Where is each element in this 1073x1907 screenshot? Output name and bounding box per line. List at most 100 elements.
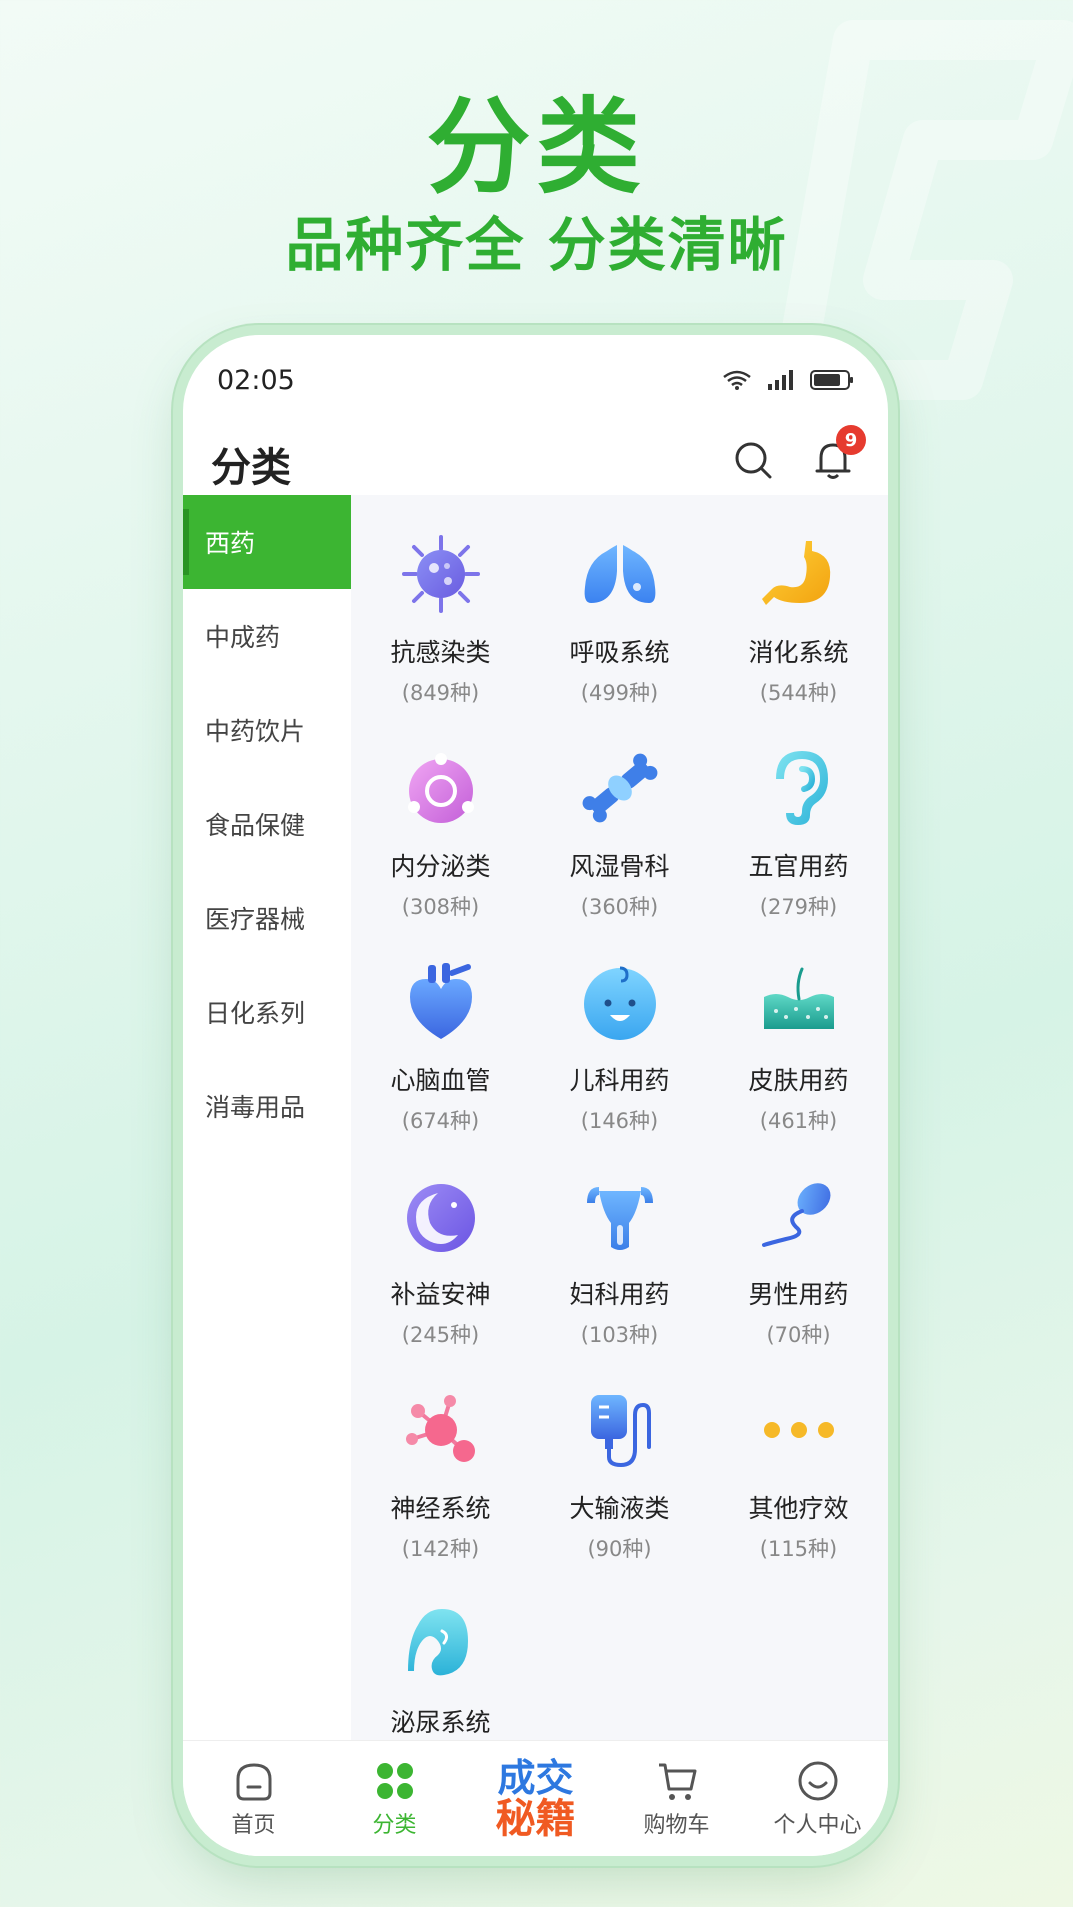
sidebar-item-label: 食品保健 bbox=[205, 811, 306, 840]
category-grid: 抗感染类 (849种) 呼吸系统 (499种) 消化系统 (544种) 内分泌类… bbox=[351, 495, 888, 1797]
category-anti-infection[interactable]: 抗感染类 (849种) bbox=[351, 513, 530, 727]
category-name: 心脑血管 bbox=[390, 1066, 491, 1095]
category-count: (70种) bbox=[766, 1323, 831, 1347]
category-count: (115种) bbox=[759, 1537, 838, 1561]
category-name: 神经系统 bbox=[390, 1494, 491, 1523]
category-count: (103种) bbox=[580, 1323, 659, 1347]
signal-icon bbox=[768, 370, 793, 390]
category-count: (461种) bbox=[759, 1109, 838, 1133]
category-name: 补益安神 bbox=[390, 1280, 491, 1309]
promo-line-2: 秘籍 bbox=[495, 1795, 576, 1842]
category-name: 风湿骨科 bbox=[569, 852, 670, 881]
sidebar-item-label: 消毒用品 bbox=[205, 1093, 306, 1122]
lungs-icon bbox=[584, 545, 655, 603]
baby-icon bbox=[583, 966, 656, 1040]
heart-icon bbox=[409, 963, 472, 1039]
tab-profile[interactable]: 个人中心 bbox=[753, 1759, 883, 1839]
category-name: 呼吸系统 bbox=[569, 638, 670, 667]
category-tonic-sedative[interactable]: 补益安神 (245种) bbox=[351, 1155, 530, 1369]
category-name: 妇科用药 bbox=[569, 1280, 670, 1309]
category-count: (849种) bbox=[401, 681, 480, 705]
status-bar: 02:05 bbox=[183, 335, 888, 415]
status-time: 02:05 bbox=[217, 365, 295, 396]
sidebar-item-chinese-patent-medicine[interactable]: 中成药 bbox=[183, 589, 351, 683]
neuron-icon bbox=[405, 1395, 475, 1462]
category-count: (142种) bbox=[401, 1537, 480, 1561]
notification-badge: 9 bbox=[836, 425, 866, 455]
phone-frame: 02:05 分类 9 西药 中成药 中药饮片 食品保健 医疗器械 日化系列 消毒… bbox=[183, 335, 888, 1856]
uterus-icon bbox=[586, 1187, 653, 1250]
category-male-medicine[interactable]: 男性用药 (70种) bbox=[709, 1155, 888, 1369]
virus-icon bbox=[401, 535, 480, 613]
iv-drip-icon bbox=[590, 1395, 651, 1468]
category-pediatrics[interactable]: 儿科用药 (146种) bbox=[530, 941, 709, 1155]
search-icon bbox=[735, 442, 772, 479]
hero-subtitle: 品种齐全 分类清晰 bbox=[285, 211, 788, 279]
sidebar-item-label: 中成药 bbox=[205, 623, 281, 652]
sidebar-item-label: 中药饮片 bbox=[205, 717, 306, 746]
tab-category[interactable]: 分类 bbox=[330, 1759, 460, 1839]
category-count: (360种) bbox=[580, 895, 659, 919]
battery-icon bbox=[810, 370, 853, 390]
category-count: (499种) bbox=[580, 681, 659, 705]
cart-icon bbox=[658, 1763, 696, 1800]
sidebar-item-western-medicine[interactable]: 西药 bbox=[183, 495, 351, 589]
tab-label: 个人中心 bbox=[773, 1812, 862, 1838]
skin-icon bbox=[763, 967, 834, 1029]
category-name: 抗感染类 bbox=[390, 638, 491, 667]
stomach-icon bbox=[761, 541, 830, 605]
sidebar-item-daily-chemicals[interactable]: 日化系列 bbox=[183, 965, 351, 1059]
category-name: 泌尿系统 bbox=[390, 1708, 491, 1737]
category-respiratory[interactable]: 呼吸系统 (499种) bbox=[530, 513, 709, 727]
category-dermatology[interactable]: 皮肤用药 (461种) bbox=[709, 941, 888, 1155]
sidebar-item-label: 医疗器械 bbox=[205, 905, 306, 934]
category-name: 男性用药 bbox=[748, 1280, 849, 1309]
category-large-infusion[interactable]: 大输液类 (90种) bbox=[530, 1369, 709, 1583]
tab-label: 分类 bbox=[372, 1812, 417, 1838]
endocrine-icon bbox=[407, 753, 474, 823]
category-rheumatism-orthopedics[interactable]: 风湿骨科 (360种) bbox=[530, 727, 709, 941]
category-grid-panel: 抗感染类 (849种) 呼吸系统 (499种) 消化系统 (544种) 内分泌类… bbox=[351, 495, 888, 1740]
category-grid-icon bbox=[376, 1762, 413, 1799]
deal-secrets-badge: 成交 秘籍 bbox=[486, 1749, 586, 1849]
promo-line-1: 成交 bbox=[497, 1755, 574, 1800]
category-count: (146种) bbox=[580, 1109, 659, 1133]
moon-icon bbox=[406, 1184, 475, 1252]
category-name: 大输液类 bbox=[569, 1494, 670, 1523]
category-name: 其他疗效 bbox=[748, 1494, 849, 1523]
wifi-icon bbox=[723, 370, 751, 390]
category-name: 五官用药 bbox=[748, 852, 849, 881]
more-dots-icon bbox=[763, 1422, 834, 1438]
tab-label: 购物车 bbox=[643, 1812, 710, 1838]
category-cardiovascular[interactable]: 心脑血管 (674种) bbox=[351, 941, 530, 1155]
category-ent[interactable]: 五官用药 (279种) bbox=[709, 727, 888, 941]
category-count: (674种) bbox=[401, 1109, 480, 1133]
notification-button[interactable]: 9 bbox=[806, 425, 866, 487]
sidebar-item-medical-devices[interactable]: 医疗器械 bbox=[183, 871, 351, 965]
sidebar-item-label: 日化系列 bbox=[205, 999, 306, 1028]
category-nervous-system[interactable]: 神经系统 (142种) bbox=[351, 1369, 530, 1583]
category-count: (308种) bbox=[401, 895, 480, 919]
category-name: 皮肤用药 bbox=[748, 1066, 849, 1095]
tab-cart[interactable]: 购物车 bbox=[612, 1759, 742, 1839]
category-digestive[interactable]: 消化系统 (544种) bbox=[709, 513, 888, 727]
tab-deal-secrets[interactable]: 成交 秘籍 bbox=[471, 1749, 601, 1849]
search-button[interactable] bbox=[726, 433, 780, 487]
bone-joint-icon bbox=[582, 753, 657, 823]
sidebar-item-health-food[interactable]: 食品保健 bbox=[183, 777, 351, 871]
tab-home[interactable]: 首页 bbox=[189, 1759, 319, 1839]
ear-icon bbox=[775, 751, 828, 825]
category-endocrine[interactable]: 内分泌类 (308种) bbox=[351, 727, 530, 941]
category-count: (279种) bbox=[759, 895, 838, 919]
category-other-efficacy[interactable]: 其他疗效 (115种) bbox=[709, 1369, 888, 1583]
sidebar-item-disinfection[interactable]: 消毒用品 bbox=[183, 1059, 351, 1153]
category-sidebar: 西药 中成药 中药饮片 食品保健 医疗器械 日化系列 消毒用品 bbox=[183, 495, 351, 1740]
category-count: (245种) bbox=[401, 1323, 480, 1347]
profile-smile-icon bbox=[798, 1761, 837, 1800]
hero-title: 分类 bbox=[426, 86, 647, 208]
status-icons bbox=[722, 369, 854, 391]
sidebar-item-herbal-pieces[interactable]: 中药饮片 bbox=[183, 683, 351, 777]
category-name: 内分泌类 bbox=[390, 852, 491, 881]
category-gynecology[interactable]: 妇科用药 (103种) bbox=[530, 1155, 709, 1369]
category-count: (544种) bbox=[759, 681, 838, 705]
